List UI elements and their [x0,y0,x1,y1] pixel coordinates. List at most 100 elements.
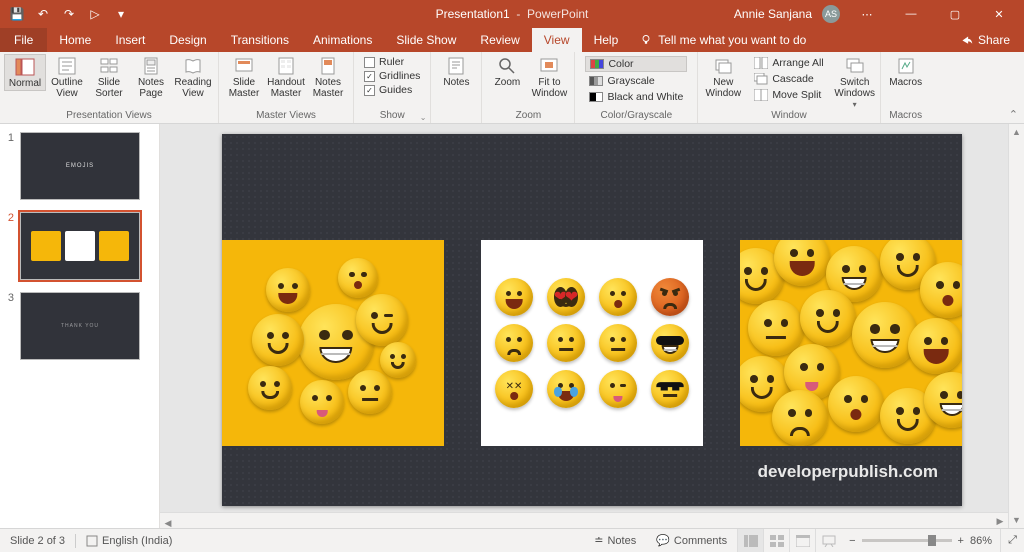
slideshow-status-button[interactable] [815,529,841,552]
zoom-in-button[interactable]: + [958,535,964,547]
tab-design[interactable]: Design [157,28,218,52]
undo-icon[interactable]: ↶ [34,5,52,23]
scroll-down-icon[interactable]: ▼ [1009,512,1024,528]
tab-insert[interactable]: Insert [103,28,157,52]
group-label-show[interactable]: Show [354,109,430,123]
color-button[interactable]: Color [585,56,687,72]
thumb-title: THANK YOU [61,323,99,329]
arrange-all-button[interactable]: Arrange All [750,56,827,70]
tab-slide-show[interactable]: Slide Show [384,28,468,52]
reading-view-label: Reading View [174,78,211,99]
ribbon: Normal Outline View Slide Sorter Notes P… [0,52,1024,124]
slide-master-label: Slide Master [229,78,260,99]
slide-sorter-status-button[interactable] [763,529,789,552]
zoom-slider[interactable] [862,539,952,542]
maximize-button[interactable]: ▢ [938,0,972,28]
zoom-button[interactable]: Zoom [486,54,528,89]
slide-counter[interactable]: Slide 2 of 3 [0,529,75,552]
switch-windows-button[interactable]: Switch Windows ▾ [834,54,876,109]
notes-page-button[interactable]: Notes Page [130,54,172,99]
horizontal-scrollbar[interactable]: ◀ ▶ [160,512,1008,528]
reading-view-button[interactable]: Reading View [172,54,214,99]
user-name[interactable]: Annie Sanjana [734,7,812,21]
group-master-views: Slide Master Handout Master Notes Master… [219,52,354,123]
share-label: Share [978,33,1010,47]
save-icon[interactable]: 💾 [8,5,26,23]
group-label-presentation-views: Presentation Views [0,109,218,123]
comments-toggle[interactable]: 💬 Comments [646,529,737,552]
notes-button[interactable]: Notes [435,54,477,89]
thumbnail-1[interactable]: 1 EMOJIS [0,130,159,210]
slide-thumbnail-panel[interactable]: 1 EMOJIS 2 3 THANK YOU [0,124,160,528]
redo-icon[interactable]: ↷ [60,5,78,23]
start-from-beginning-icon[interactable]: ▷ [86,5,104,23]
group-label-zoom: Zoom [482,109,574,123]
new-window-button[interactable]: New Window [702,54,744,99]
comments-icon: 💬 [656,534,670,547]
tell-me-search[interactable]: Tell me what you want to do [630,28,816,52]
vertical-scrollbar[interactable]: ▲ ▼ [1008,124,1024,528]
user-avatar[interactable]: AS [822,5,840,23]
checkbox-icon: ✓ [364,85,375,96]
notes-toggle[interactable]: ≐ Notes [584,529,646,552]
slide-editor[interactable]: developerpublish.com ▲ ▼ ◀ ▶ [160,124,1024,528]
scroll-right-icon[interactable]: ▶ [992,513,1008,528]
group-color-grayscale: Color Grayscale Black and White Color/Gr… [575,52,698,123]
handout-master-button[interactable]: Handout Master [265,54,307,99]
sorter-small-icon [770,535,784,547]
zoom-slider-thumb[interactable] [928,535,936,546]
status-bar: Slide 2 of 3 English (India) ≐ Notes 💬 C… [0,528,1024,552]
language-status[interactable]: English (India) [76,529,182,552]
thumbnail-2[interactable]: 2 [0,210,159,290]
fit-to-window-status-button[interactable]: ⤢ [1000,529,1024,552]
image-emoji-grid[interactable] [481,240,703,446]
ribbon-display-options-icon[interactable]: ⋯ [850,0,884,28]
scroll-up-icon[interactable]: ▲ [1009,124,1024,140]
grayscale-button[interactable]: Grayscale [585,74,687,88]
normal-view-label: Normal [9,79,41,90]
image-emoji-pile[interactable] [740,240,962,446]
outline-view-button[interactable]: Outline View [46,54,88,99]
group-notes: Notes [431,52,482,123]
slide-sorter-button[interactable]: Slide Sorter [88,54,130,99]
checkbox-icon: ✓ [364,71,375,82]
arrange-all-label: Arrange All [772,57,823,69]
slide-master-button[interactable]: Slide Master [223,54,265,99]
reading-view-status-button[interactable] [789,529,815,552]
tab-help[interactable]: Help [582,28,631,52]
tab-review[interactable]: Review [468,28,531,52]
cascade-label: Cascade [772,73,813,85]
zoom-percent[interactable]: 86% [970,535,992,547]
normal-view-button[interactable]: Normal [4,54,46,91]
zoom-out-button[interactable]: − [849,535,855,547]
tab-file[interactable]: File [0,28,47,52]
tab-home[interactable]: Home [47,28,103,52]
cascade-button[interactable]: Cascade [750,72,827,86]
ruler-checkbox[interactable]: Ruler [364,56,420,68]
minimize-button[interactable]: — [894,0,928,28]
arrange-all-icon [754,57,768,69]
notes-master-button[interactable]: Notes Master [307,54,349,99]
gridlines-checkbox[interactable]: ✓Gridlines [364,70,420,82]
guides-checkbox[interactable]: ✓Guides [364,84,420,96]
scroll-left-icon[interactable]: ◀ [160,515,176,528]
fit-to-window-button[interactable]: Fit to Window [528,54,570,99]
slide-canvas[interactable]: developerpublish.com [222,134,962,506]
macros-button[interactable]: Macros [885,54,927,89]
image-emoji-cluster[interactable] [222,240,444,446]
quick-access-toolbar: 💾 ↶ ↷ ▷ ▾ [0,5,130,23]
thumbnail-3[interactable]: 3 THANK YOU [0,290,159,370]
tab-animations[interactable]: Animations [301,28,384,52]
tab-view[interactable]: View [532,28,582,52]
slideshow-small-icon [822,535,836,547]
black-and-white-button[interactable]: Black and White [585,90,687,104]
collapse-ribbon-icon[interactable]: ⌃ [1009,108,1018,121]
tab-transitions[interactable]: Transitions [219,28,301,52]
share-button[interactable]: Share [946,28,1024,52]
qat-customize-icon[interactable]: ▾ [112,5,130,23]
ruler-label: Ruler [379,56,404,68]
close-button[interactable]: ✕ [982,0,1016,28]
move-split-button[interactable]: Move Split [750,88,827,102]
chevron-down-icon: ▾ [853,101,857,109]
normal-view-status-button[interactable] [737,529,763,552]
